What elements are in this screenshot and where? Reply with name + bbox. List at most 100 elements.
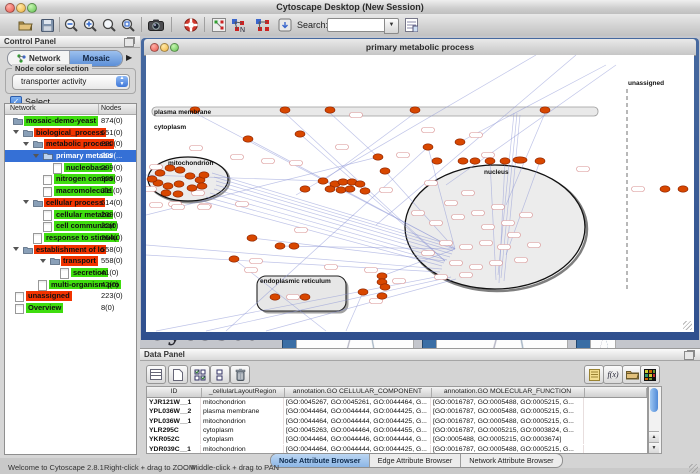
tree-row-mosaic-demo-yeast[interactable]: mosaic-demo-yeast874(0) — [5, 115, 136, 127]
gene-label-node[interactable] — [445, 201, 458, 206]
zoom-window-button[interactable] — [27, 3, 37, 13]
gene-node[interactable] — [187, 185, 197, 191]
gene-node[interactable] — [185, 173, 195, 179]
create-attribute-button[interactable] — [168, 365, 188, 384]
gene-label-node[interactable] — [435, 275, 448, 280]
gene-label-node[interactable] — [150, 203, 163, 208]
gene-node[interactable] — [458, 158, 468, 164]
tree-row-primary-metabo[interactable]: primary metabo209(... — [5, 150, 136, 162]
gene-node[interactable] — [280, 107, 290, 113]
scrollbar-thumb[interactable] — [650, 388, 658, 412]
gene-label-node[interactable] — [412, 211, 425, 216]
tree-row-unassigned[interactable]: unassigned223(0) — [5, 290, 136, 302]
column-header-region[interactable]: _cellularLayoutRegion — [201, 388, 285, 397]
gene-node[interactable] — [163, 183, 173, 189]
gene-label-node[interactable] — [250, 259, 263, 264]
column-header-molecular-function[interactable]: annotation.GO MOLECULAR_FUNCTION — [431, 388, 585, 397]
gene-label-node[interactable] — [460, 245, 473, 250]
gene-label-node[interactable] — [287, 295, 300, 300]
gene-node[interactable] — [175, 167, 185, 173]
gene-label-node[interactable] — [350, 113, 363, 118]
save-icon[interactable] — [38, 16, 56, 34]
create-network-icon[interactable] — [210, 16, 228, 34]
open-attribute-file-button[interactable] — [622, 365, 642, 384]
gene-node[interactable] — [161, 190, 171, 196]
delete-attribute-button[interactable] — [230, 365, 250, 384]
gene-node[interactable] — [355, 181, 365, 187]
gene-label-node[interactable] — [236, 202, 249, 207]
expander-icon[interactable] — [23, 142, 29, 146]
gene-label-node[interactable] — [462, 191, 475, 196]
network-window-titlebar[interactable]: primary metabolic process — [144, 39, 696, 56]
node-color-dropdown[interactable]: transporter activity ▲▼ — [12, 74, 130, 90]
zoom-fit-icon[interactable] — [100, 16, 118, 34]
table-cell[interactable]: mitochondrion — [201, 445, 284, 454]
minimize-button[interactable] — [16, 3, 26, 13]
float-panel-icon[interactable] — [124, 38, 134, 47]
gene-label-node[interactable] — [520, 213, 533, 218]
gene-label-node[interactable] — [422, 251, 435, 256]
tree-row-multi-organism-pro[interactable]: multi-organism pro42(0) — [5, 279, 136, 291]
zoom-window-button[interactable] — [170, 43, 179, 52]
expander-icon[interactable] — [40, 259, 46, 263]
attribute-browser-icon[interactable] — [402, 16, 420, 34]
tree-row-cell-communicat[interactable]: cell communicat22(0) — [5, 220, 136, 232]
zoom-in-icon[interactable] — [81, 16, 99, 34]
gene-node[interactable] — [247, 235, 257, 241]
gene-label-node[interactable] — [480, 241, 493, 246]
gene-node[interactable] — [423, 144, 433, 150]
gene-node[interactable] — [338, 179, 348, 185]
help-ring-icon[interactable] — [182, 16, 200, 34]
gene-label-node[interactable] — [245, 268, 258, 273]
table-cell[interactable]: [GO:0045267, GO:0045261, GO:0044464, G..… — [284, 398, 431, 407]
tree-row-response-to-stimulu[interactable]: response to stimulu264(0) — [5, 232, 136, 244]
gene-node[interactable] — [300, 186, 310, 192]
table-cell[interactable]: YDR039C__1 — [147, 445, 201, 454]
gene-node[interactable] — [358, 289, 368, 295]
gene-node[interactable] — [345, 186, 355, 192]
window-resize-grip[interactable] — [683, 321, 692, 330]
search-dropdown-arrow-icon[interactable]: ▼ — [384, 18, 399, 34]
table-cell[interactable]: plasma membrane — [201, 407, 284, 416]
unselect-all-attributes-button[interactable] — [210, 365, 230, 384]
gene-node[interactable] — [485, 158, 495, 164]
gene-node[interactable] — [380, 284, 390, 290]
gene-label-node[interactable] — [490, 261, 503, 266]
tree-row-nitrogen-compo[interactable]: nitrogen compo209(0) — [5, 173, 136, 185]
gene-node[interactable] — [470, 158, 480, 164]
gene-label-node[interactable] — [190, 146, 203, 151]
scroll-up-icon[interactable]: ▲ — [649, 431, 659, 442]
snapshot-camera-icon[interactable] — [147, 16, 165, 34]
gene-node[interactable] — [318, 178, 328, 184]
table-cell[interactable]: YJR121W__1 — [147, 398, 201, 407]
gene-node[interactable] — [678, 186, 688, 192]
gene-node[interactable] — [275, 243, 285, 249]
table-cell[interactable]: [GO:0044464, GO:0044444, GO:0044425, G..… — [284, 407, 431, 416]
gene-node[interactable] — [373, 154, 383, 160]
float-panel-icon[interactable] — [684, 351, 694, 360]
gene-node[interactable] — [432, 158, 442, 164]
gene-label-node[interactable] — [472, 211, 485, 216]
gene-node[interactable] — [174, 181, 184, 187]
expander-icon[interactable] — [13, 130, 19, 134]
column-header-id[interactable]: ID — [147, 388, 202, 397]
select-all-attributes-button[interactable] — [190, 365, 210, 384]
gene-node[interactable] — [300, 294, 310, 300]
gene-node[interactable] — [513, 157, 527, 163]
gene-node[interactable] — [229, 256, 239, 262]
gene-label-node[interactable] — [365, 268, 378, 273]
import-attributes-button[interactable] — [584, 365, 604, 384]
gene-node[interactable] — [660, 186, 670, 192]
gene-label-node[interactable] — [502, 221, 515, 226]
table-cell[interactable]: [GO:0016787, GO:0005488, GO:0005215, G..… — [431, 407, 584, 416]
close-button[interactable] — [150, 43, 159, 52]
gene-label-node[interactable] — [508, 233, 521, 238]
gene-label-node[interactable] — [325, 265, 338, 270]
gene-label-node[interactable] — [482, 225, 495, 230]
gene-label-node[interactable] — [470, 133, 483, 138]
gene-node[interactable] — [199, 172, 209, 178]
table-cell[interactable]: [GO:0016787, GO:0005488, GO:0005215, G..… — [431, 417, 584, 426]
gene-label-node[interactable] — [290, 161, 303, 166]
gene-node[interactable] — [243, 136, 253, 142]
tree-row-cellular-metabo[interactable]: cellular metabo209(0) — [5, 209, 136, 221]
